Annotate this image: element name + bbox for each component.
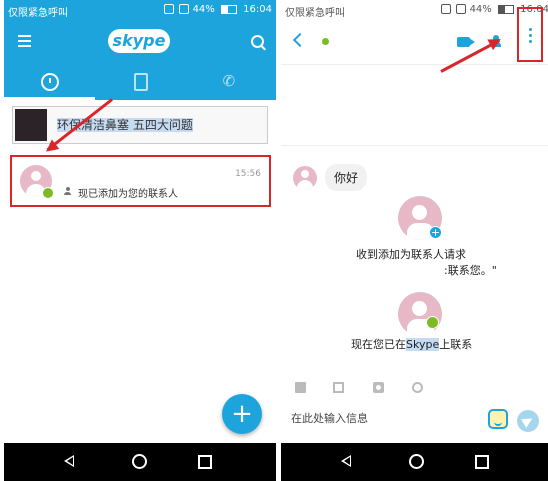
tab-bar: ✆ — [4, 64, 276, 100]
right-phone-screen: 仅限紧急呼叫 44% 16:04 你好 + 收到添加为联系人请求 :联系您。" … — [281, 0, 548, 481]
hamburger-menu-icon[interactable] — [18, 35, 31, 47]
promo-banner[interactable]: 环保清洁鼻塞 五四大问题 — [12, 106, 268, 144]
left-phone-screen: 仅限紧急呼叫 44% 16:04 skype ✆ 环保清洁鼻塞 五四大问题 15… — [4, 0, 276, 481]
wifi-icon — [179, 4, 190, 14]
android-nav-bar — [281, 443, 548, 481]
signal-icon — [164, 4, 175, 14]
carrier-text: 仅限紧急呼叫 — [285, 8, 345, 19]
app-bar: skype — [4, 20, 276, 64]
location-icon[interactable] — [412, 382, 423, 393]
nav-recents-icon[interactable] — [198, 455, 212, 469]
file-icon[interactable] — [295, 382, 306, 393]
nav-home-icon[interactable] — [409, 454, 424, 469]
new-chat-fab-button[interactable]: + — [222, 394, 262, 434]
nav-home-icon[interactable] — [132, 454, 147, 469]
status-bar: 仅限紧急呼叫 44% 16:04 — [4, 0, 276, 20]
carrier-text: 仅限紧急呼叫 — [8, 8, 68, 19]
connected-notice: 现在您已在Skype上联系 — [351, 338, 473, 351]
skype-logo: skype — [108, 29, 170, 53]
chat-preview-text: 现已添加为您的联系人 — [78, 189, 178, 200]
nav-recents-icon[interactable] — [475, 455, 489, 469]
battery-percent: 44% — [469, 4, 492, 15]
clock-time: 16:04 — [243, 4, 272, 15]
sender-avatar — [293, 166, 317, 190]
online-status-icon — [42, 187, 54, 199]
camera-icon[interactable] — [373, 382, 384, 393]
divider — [281, 145, 548, 146]
tab-recent[interactable] — [4, 64, 95, 100]
video-call-icon[interactable] — [457, 37, 470, 47]
wifi-icon — [456, 4, 467, 14]
nav-back-icon[interactable] — [341, 455, 351, 467]
signal-icon — [441, 4, 452, 14]
battery-icon — [497, 4, 514, 14]
status-right: 44% 16:04 — [162, 4, 272, 15]
search-icon[interactable] — [251, 35, 264, 48]
chat-toolbar — [281, 20, 548, 65]
battery-percent: 44% — [192, 4, 215, 15]
nav-back-icon[interactable] — [64, 455, 74, 467]
contact-request-subtext: :联系您。" — [444, 264, 497, 277]
online-status-icon — [426, 316, 439, 329]
plus-badge-icon: + — [429, 226, 442, 239]
clock-icon — [41, 73, 60, 91]
message-input[interactable] — [291, 412, 471, 425]
contacts-book-icon — [134, 73, 148, 91]
send-button[interactable] — [517, 410, 539, 432]
battery-icon — [220, 4, 237, 14]
back-chevron-icon[interactable] — [292, 32, 308, 48]
gallery-icon[interactable] — [333, 382, 344, 393]
tab-calls[interactable]: ✆ — [185, 64, 276, 100]
connected-avatar — [398, 292, 442, 336]
chat-list-item[interactable]: 15:56 现已添加为您的联系人 — [10, 155, 271, 207]
online-status-icon — [321, 37, 330, 46]
chat-timestamp: 15:56 — [235, 169, 261, 179]
status-bar: 仅限紧急呼叫 44% 16:04 — [281, 0, 548, 20]
phone-call-icon: ✆ — [222, 72, 236, 90]
contact-request-text: 收到添加为联系人请求 — [356, 248, 466, 261]
promo-thumbnail — [15, 109, 47, 141]
emoji-icon[interactable] — [488, 409, 508, 429]
contact-added-icon — [64, 187, 71, 195]
android-nav-bar — [4, 443, 276, 481]
composer-toolbar — [281, 375, 548, 401]
message-bubble: 你好 — [325, 164, 368, 191]
more-options-button[interactable] — [517, 7, 543, 62]
tab-contacts[interactable] — [95, 64, 186, 100]
